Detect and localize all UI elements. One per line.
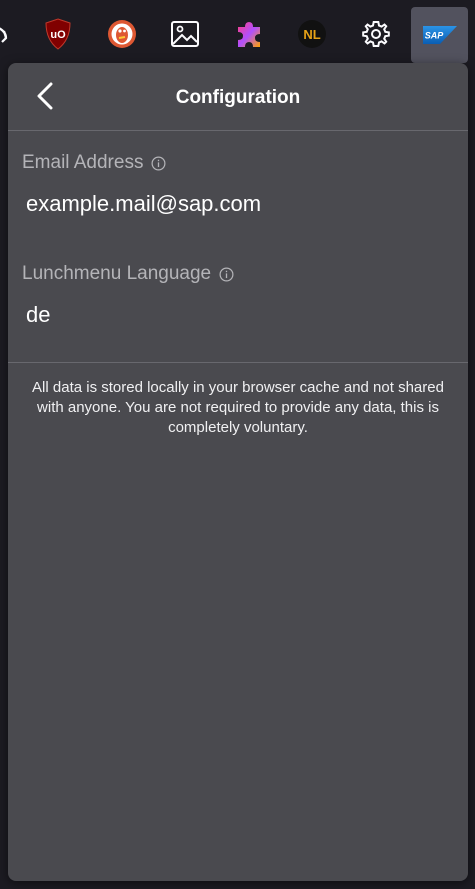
- language-field-group: Lunchmenu Language: [22, 262, 454, 330]
- language-info-icon[interactable]: [219, 267, 234, 282]
- email-label-row: Email Address: [22, 151, 454, 175]
- nl-extension-icon[interactable]: NL: [292, 14, 332, 54]
- language-label-row: Lunchmenu Language: [22, 262, 454, 286]
- language-field[interactable]: [22, 300, 450, 330]
- email-field[interactable]: [22, 189, 450, 219]
- panel-header: Configuration: [8, 63, 468, 131]
- svg-text:uO: uO: [50, 29, 66, 41]
- configuration-panel: Configuration Email Address Lunchmenu La…: [8, 63, 468, 881]
- ublock-origin-icon[interactable]: uO: [38, 14, 78, 54]
- browser-toolbar: uO NL SAP: [0, 0, 475, 72]
- partial-edge-icon[interactable]: [0, 22, 12, 46]
- email-field-group: Email Address: [22, 151, 454, 219]
- email-info-icon[interactable]: [151, 156, 166, 171]
- language-label: Lunchmenu Language: [22, 263, 212, 284]
- section-divider: [8, 362, 468, 363]
- svg-text:NL: NL: [303, 27, 320, 42]
- panel-title: Configuration: [175, 87, 301, 108]
- extensions-puzzle-icon[interactable]: [229, 14, 269, 54]
- settings-gear-icon[interactable]: [356, 14, 396, 54]
- image-icon[interactable]: [165, 14, 205, 54]
- email-label: Email Address: [22, 152, 144, 173]
- duckduckgo-icon[interactable]: [102, 14, 142, 54]
- sap-extension-icon[interactable]: SAP: [411, 7, 468, 63]
- privacy-notice: All data is stored locally in your brows…: [32, 379, 444, 436]
- svg-text:SAP: SAP: [424, 31, 444, 41]
